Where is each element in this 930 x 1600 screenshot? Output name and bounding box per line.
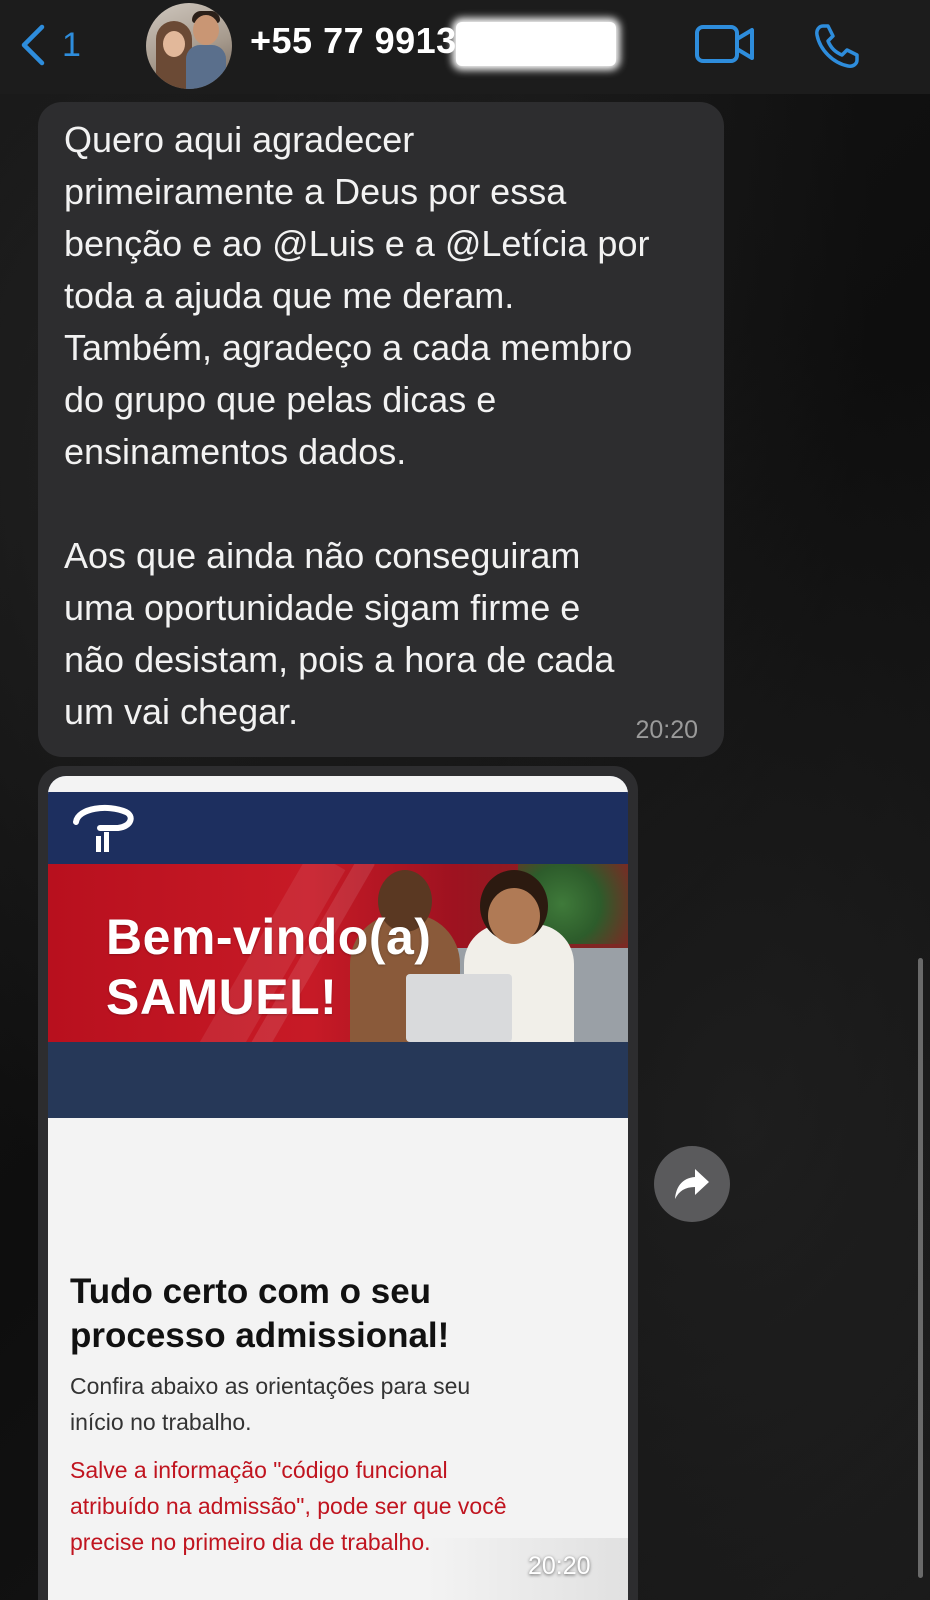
scrollbar[interactable]	[918, 958, 923, 1578]
unread-count: 1	[62, 25, 81, 64]
avatar[interactable]	[146, 3, 232, 89]
back-button[interactable]: 1	[18, 22, 81, 68]
message-bubble[interactable]: Quero aqui agradecer primeiramente a Deu…	[38, 102, 724, 757]
message-text: Quero aqui agradecer primeiramente a Deu…	[64, 119, 650, 732]
welcome-banner: Bem-vindo(a) SAMUEL!	[48, 864, 628, 1042]
banner-welcome-text: Bem-vindo(a)	[106, 909, 432, 965]
forward-arrow-icon	[675, 1169, 709, 1199]
contact-name[interactable]: +55 77 9913	[250, 20, 457, 62]
card-heading: Tudo certo com o seu processo admissiona…	[70, 1272, 450, 1355]
chevron-left-icon	[21, 24, 45, 66]
redaction-mark	[456, 22, 616, 66]
card-subtext: Confira abaixo as orientações para seu i…	[70, 1373, 471, 1435]
video-camera-icon[interactable]	[694, 22, 756, 66]
forward-button[interactable]	[654, 1146, 730, 1222]
image-message-bubble[interactable]: Bem-vindo(a) SAMUEL! Tudo certo com o se…	[38, 766, 638, 1600]
message-time: 20:20	[635, 716, 698, 744]
image-attachment[interactable]: Bem-vindo(a) SAMUEL! Tudo certo com o se…	[48, 776, 628, 1600]
bank-logo-icon	[73, 804, 134, 852]
banner-name-text: SAMUEL!	[106, 969, 338, 1025]
card-body: Tudo certo com o seu processo admissiona…	[48, 1118, 628, 1600]
chat-header: 1 +55 77 9913	[0, 0, 930, 94]
phone-icon[interactable]	[813, 22, 861, 70]
image-message-time: 20:20	[528, 1552, 591, 1580]
